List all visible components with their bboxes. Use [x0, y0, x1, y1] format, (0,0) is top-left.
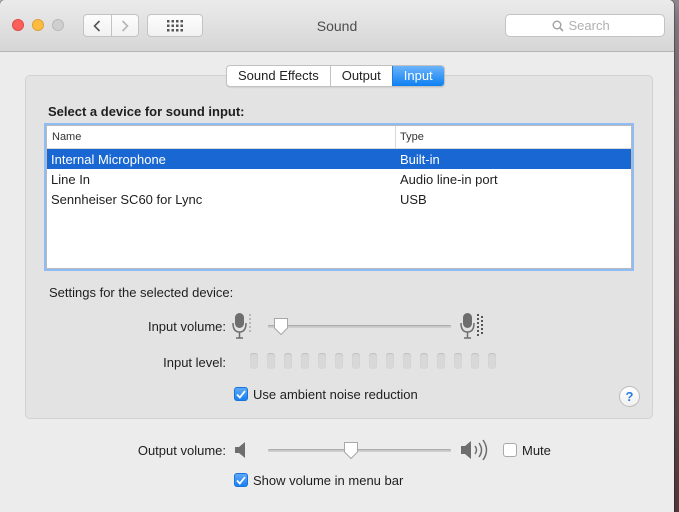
input-device-table[interactable]: Name Type Internal Microphone Built-in L… — [46, 125, 632, 269]
output-volume-track[interactable] — [268, 449, 451, 452]
table-row[interactable]: Internal Microphone Built-in — [47, 149, 631, 169]
table-row[interactable]: Line In Audio line-in port — [47, 169, 631, 189]
input-level-segment — [284, 353, 292, 369]
speaker-high-icon — [461, 439, 488, 461]
tab-output[interactable]: Output — [329, 66, 392, 86]
output-volume-label: Output volume: — [137, 443, 226, 458]
input-volume-slider-knob[interactable] — [273, 317, 289, 336]
input-volume-track[interactable] — [268, 325, 451, 328]
input-level-segment — [488, 353, 496, 369]
mute-label[interactable]: Mute — [522, 443, 551, 458]
sound-preferences-window: Sound Sound Effects Output Input Select … — [0, 0, 674, 512]
mute-checkbox[interactable] — [503, 443, 517, 457]
device-name: Line In — [51, 171, 91, 187]
table-header: Name Type — [47, 126, 631, 149]
checkmark-icon — [236, 475, 246, 485]
device-name: Sennheiser SC60 for Lync — [51, 191, 203, 207]
help-icon: ? — [625, 389, 634, 404]
noise-reduction-checkbox[interactable] — [234, 387, 248, 401]
input-level-segment — [369, 353, 377, 369]
column-header-type[interactable]: Type — [396, 131, 424, 143]
show-volume-menu-bar-label[interactable]: Show volume in menu bar — [253, 473, 403, 488]
input-level-segment — [352, 353, 360, 369]
input-level-segment — [437, 353, 445, 369]
input-volume-label: Input volume: — [147, 319, 226, 334]
search-field[interactable] — [505, 14, 665, 37]
titlebar: Sound — [0, 0, 674, 52]
show-volume-menu-bar-checkbox[interactable] — [234, 473, 248, 487]
input-level-meter — [250, 353, 496, 369]
device-type: Built-in — [400, 151, 440, 167]
noise-reduction-label[interactable]: Use ambient noise reduction — [253, 387, 418, 402]
input-level-segment — [250, 353, 258, 369]
search-icon — [552, 20, 564, 32]
tab-bar: Sound Effects Output Input — [226, 65, 445, 87]
tab-sound-effects[interactable]: Sound Effects — [227, 66, 330, 86]
input-level-segment — [386, 353, 394, 369]
tab-input[interactable]: Input — [391, 66, 444, 86]
checkmark-icon — [236, 389, 246, 399]
table-row[interactable]: Sennheiser SC60 for Lync USB — [47, 189, 631, 209]
device-type: Audio line-in port — [400, 171, 498, 187]
settings-label: Settings for the selected device: — [49, 285, 234, 300]
device-section-label: Select a device for sound input: — [48, 104, 245, 119]
input-level-segment — [301, 353, 309, 369]
microphone-low-icon — [232, 313, 251, 339]
input-level-segment — [267, 353, 275, 369]
help-button[interactable]: ? — [619, 386, 640, 407]
column-header-name[interactable]: Name — [47, 126, 396, 148]
input-level-label: Input level: — [163, 355, 226, 370]
microphone-high-icon — [460, 313, 483, 339]
input-level-segment — [318, 353, 326, 369]
input-level-segment — [403, 353, 411, 369]
search-input[interactable] — [568, 18, 619, 33]
input-level-segment — [420, 353, 428, 369]
output-volume-slider-knob[interactable] — [343, 441, 359, 460]
input-level-segment — [471, 353, 479, 369]
input-level-segment — [454, 353, 462, 369]
device-type: USB — [400, 191, 427, 207]
speaker-low-icon — [235, 442, 245, 458]
input-level-segment — [335, 353, 343, 369]
device-name: Internal Microphone — [51, 151, 166, 167]
